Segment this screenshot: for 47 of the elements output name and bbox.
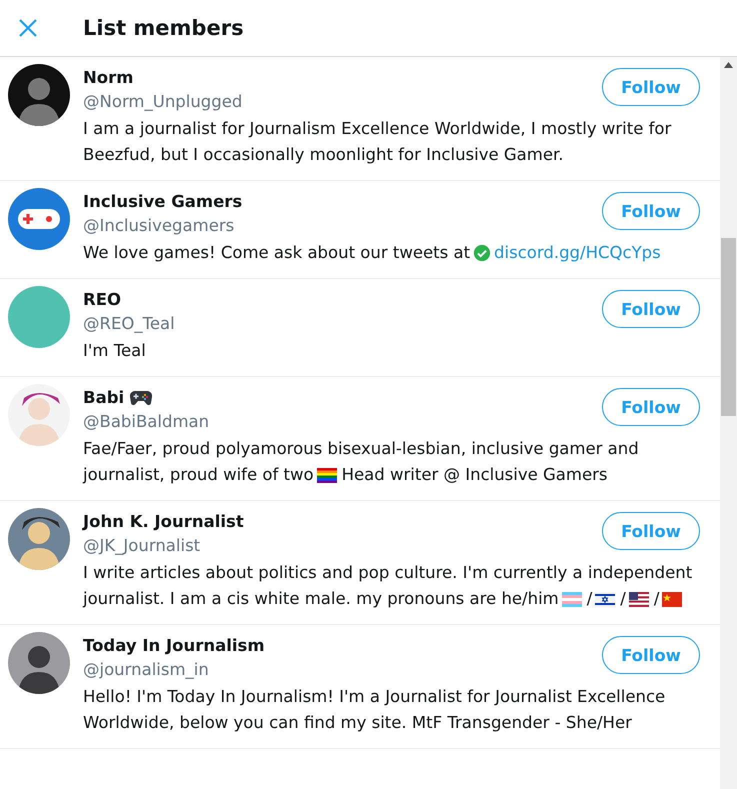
member-handle: @BabiBaldman: [83, 411, 210, 433]
member-name: Inclusive Gamers: [83, 191, 242, 213]
member-handle: @journalism_in: [83, 659, 210, 681]
member-name: Babi: [83, 387, 124, 409]
bio-text: Fae/Faer, proud polyamorous bisexual-lesbian, inclusive gamer and: [83, 438, 639, 460]
follow-button[interactable]: Follow: [602, 388, 700, 426]
gamepad-logo: [8, 188, 70, 250]
bio-text: Worldwide, below you can find my site. MtF Transgender - She/Her: [83, 712, 632, 734]
member-name: John K. Journalist: [83, 511, 244, 533]
member-handle: @Norm_Unplugged: [83, 91, 242, 113]
follow-button[interactable]: Follow: [602, 192, 700, 230]
flag-icon: [628, 592, 649, 606]
follow-button[interactable]: Follow: [602, 68, 700, 106]
bio-text: We love games! Come ask about our tweets at: [83, 242, 470, 264]
scroll-up-icon[interactable]: [724, 62, 733, 68]
member-handle: @Inclusivegamers: [83, 215, 236, 237]
flag-icon: [595, 592, 616, 606]
follow-button[interactable]: Follow: [602, 290, 700, 328]
bio-text: Beezfud, but I occasionally moonlight for Inclusive Gamer.: [83, 144, 564, 166]
follow-button[interactable]: Follow: [602, 636, 700, 674]
member-handle: @REO_Teal: [83, 313, 175, 335]
bio-text: I write articles about politics and pop culture. I'm currently a independent: [83, 562, 692, 584]
bio-text: journalist, proud wife of two: [83, 464, 314, 486]
member-handle: @JK_Journalist: [83, 535, 202, 557]
gamepad-icon: [130, 390, 152, 406]
bio-text: Hello! I'm Today In Journalism! I'm a Journalist for Journalist Excellence: [83, 686, 666, 708]
close-icon: [18, 18, 38, 38]
scrollbar[interactable]: [720, 57, 737, 789]
avatar-circle: [8, 286, 70, 348]
bio-text: I'm Teal: [83, 340, 146, 362]
bio-text: I am a journalist for Journalism Excellence Worldwide, I mostly write for: [83, 118, 672, 140]
bio-text: Head writer @ Inclusive Gamers: [342, 464, 608, 486]
flag-icon: [562, 592, 582, 606]
member-name: Norm: [83, 67, 134, 89]
bio-text: journalist. I am a cis white male. my pronouns are he/him: [83, 588, 559, 610]
dialog-title: List members: [83, 16, 244, 40]
flag-icon: [316, 468, 337, 482]
bio-text: /: [654, 588, 660, 610]
member-name: Today In Journalism: [83, 635, 265, 657]
scrollbar-thumb[interactable]: [721, 238, 736, 416]
bio-link[interactable]: discord.gg/HCQcYps: [494, 240, 661, 266]
bio-text: /: [620, 588, 626, 610]
bio-text: /: [586, 588, 592, 610]
check-icon: [473, 244, 492, 262]
follow-button[interactable]: Follow: [602, 512, 700, 550]
member-name: REO: [83, 289, 122, 311]
flag-icon: [662, 592, 682, 606]
